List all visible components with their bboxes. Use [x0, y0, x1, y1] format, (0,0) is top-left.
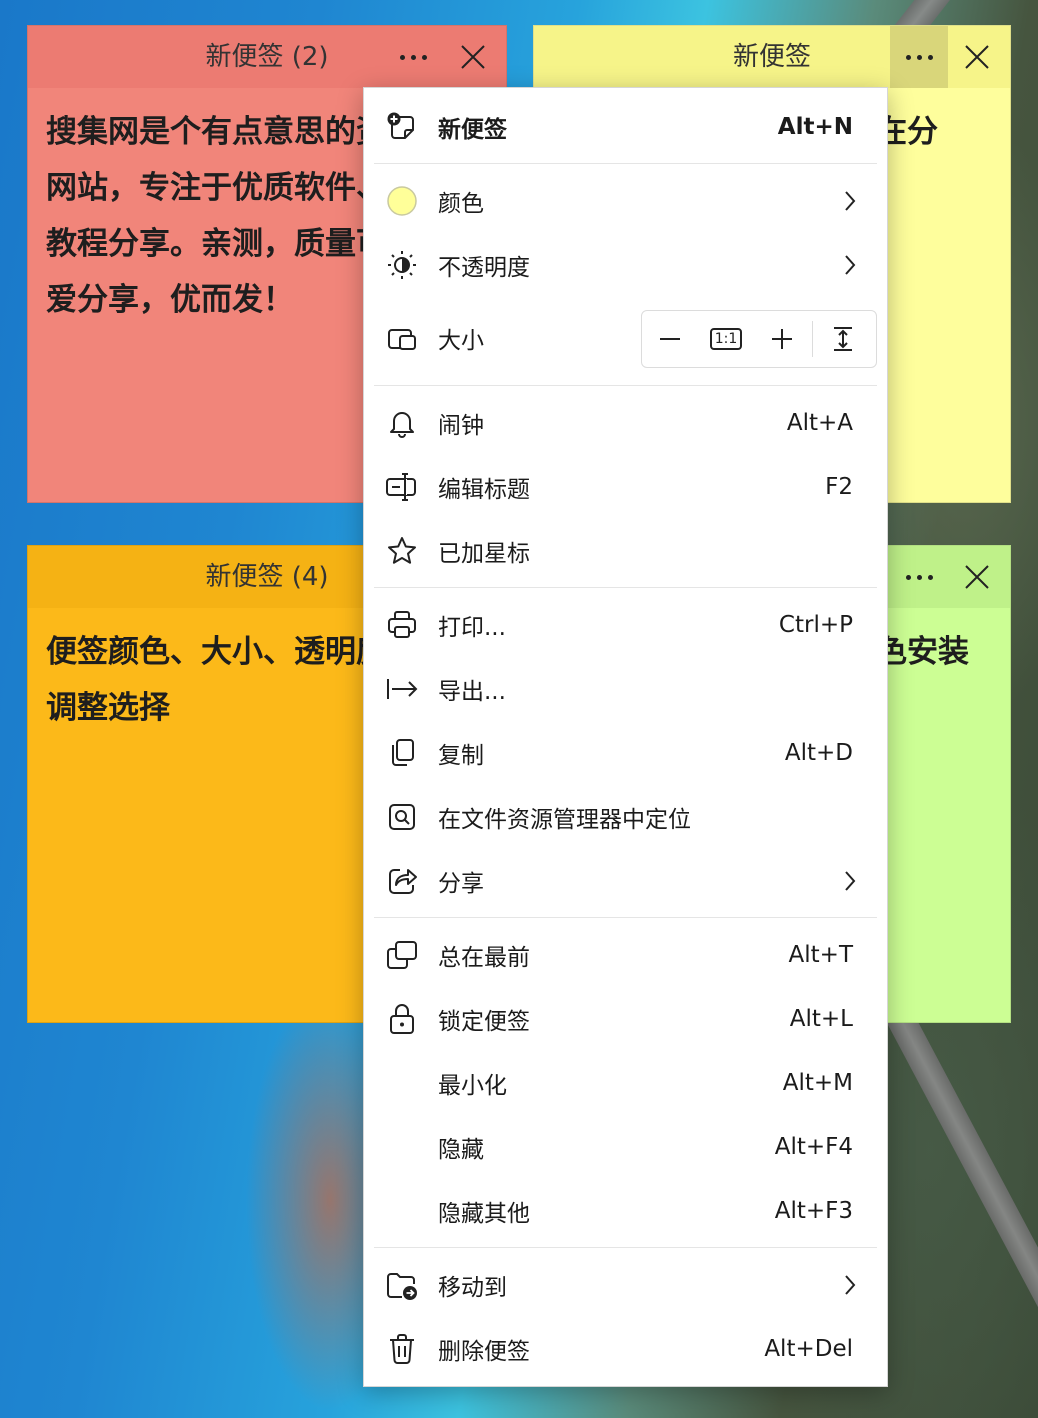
size-controls: 1:1	[641, 310, 877, 368]
close-button[interactable]	[948, 546, 1006, 608]
menu-item-starred[interactable]: 已加星标	[374, 519, 877, 583]
folder-move-icon	[387, 1273, 417, 1300]
chevron-right-icon	[845, 871, 856, 891]
menu-item-label: 闹钟	[438, 413, 484, 439]
brightness-icon	[388, 251, 416, 279]
close-button[interactable]	[444, 26, 502, 88]
more-dots-icon	[905, 54, 933, 60]
menu-item-label: 隐藏	[438, 1137, 484, 1163]
menu-item-label: 锁定便签	[438, 1009, 530, 1035]
chevron-right-icon	[845, 191, 856, 211]
color-swatch-icon	[387, 186, 417, 216]
close-icon	[965, 45, 989, 69]
menu-item-size: 大小	[374, 306, 627, 370]
more-dots-icon	[399, 54, 427, 60]
menu-item-label: 新便签	[438, 117, 507, 143]
menu-item-label: 最小化	[438, 1073, 507, 1099]
bell-icon	[390, 412, 414, 438]
menu-item-shortcut: Ctrl+P	[778, 612, 853, 638]
trash-icon	[390, 1334, 414, 1364]
star-icon	[388, 537, 416, 564]
menu-item-label: 复制	[438, 743, 484, 769]
menu-item-shortcut: F2	[825, 474, 853, 500]
menu-item-label: 编辑标题	[438, 477, 530, 503]
menu-separator	[374, 1247, 877, 1248]
minus-icon	[660, 338, 680, 340]
close-icon	[965, 565, 989, 589]
menu-separator	[374, 587, 877, 588]
chevron-right-icon	[845, 255, 856, 275]
menu-item-locate-in-explorer[interactable]: 在文件资源管理器中定位	[374, 785, 877, 849]
size-decrease-button[interactable]	[642, 311, 698, 367]
menu-item-shortcut: Alt+Del	[764, 1336, 853, 1362]
menu-item-label: 打印...	[438, 615, 506, 641]
locate-file-icon	[389, 804, 415, 830]
menu-item-label: 分享	[438, 871, 484, 897]
menu-item-shortcut: Alt+F4	[774, 1134, 853, 1160]
window-stack-icon	[387, 941, 417, 969]
menu-item-alarm[interactable]: 闹钟 Alt+A	[374, 391, 877, 455]
fit-height-icon	[834, 327, 852, 351]
menu-item-hide[interactable]: 隐藏 Alt+F4	[374, 1115, 877, 1179]
menu-separator	[374, 385, 877, 386]
menu-item-label: 已加星标	[438, 541, 530, 567]
more-options-button[interactable]	[890, 546, 948, 608]
menu-item-copy[interactable]: 复制 Alt+D	[374, 721, 877, 785]
size-divider	[812, 321, 813, 357]
share-icon	[389, 869, 417, 894]
note-title-bar[interactable]: 新便签 (2)	[28, 26, 506, 88]
copy-icon	[392, 739, 414, 766]
menu-item-always-on-top[interactable]: 总在最前 Alt+T	[374, 923, 877, 987]
menu-item-delete-note[interactable]: 删除便签 Alt+Del	[374, 1317, 877, 1381]
menu-item-shortcut: Alt+D	[784, 740, 853, 766]
resize-icon	[388, 329, 416, 350]
menu-item-label: 导出...	[438, 679, 506, 705]
menu-item-shortcut: Alt+N	[777, 114, 853, 140]
menu-item-label: 在文件资源管理器中定位	[438, 807, 691, 833]
menu-item-shortcut: Alt+F3	[774, 1198, 853, 1224]
menu-item-shortcut: Alt+A	[786, 410, 853, 436]
menu-separator	[374, 163, 877, 164]
menu-item-share[interactable]: 分享	[374, 849, 877, 913]
plus-icon	[772, 329, 792, 349]
menu-item-export[interactable]: 导出...	[374, 657, 877, 721]
note-title-bar[interactable]: 新便签	[534, 26, 1010, 88]
menu-item-edit-title[interactable]: 编辑标题 F2	[374, 455, 877, 519]
lock-icon	[390, 1004, 414, 1034]
menu-item-new-note[interactable]: 新便签 Alt+N	[374, 95, 877, 159]
export-icon	[387, 679, 418, 699]
size-fit-height-button[interactable]	[815, 311, 871, 367]
printer-icon	[388, 611, 416, 638]
menu-item-label: 大小	[438, 328, 484, 354]
size-reset-button[interactable]: 1:1	[698, 311, 754, 367]
menu-item-shortcut: Alt+M	[782, 1070, 853, 1096]
menu-item-label: 不透明度	[438, 255, 530, 281]
edit-title-icon	[386, 473, 416, 501]
close-button[interactable]	[948, 26, 1006, 88]
note-context-menu: 新便签 Alt+N 颜色 不透明度 大小 1:1 闹钟 Alt+A 编辑标题 F…	[363, 87, 888, 1387]
menu-item-label: 删除便签	[438, 1339, 530, 1365]
ratio-1-1-icon: 1:1	[709, 328, 743, 350]
size-increase-button[interactable]	[754, 311, 810, 367]
menu-item-color[interactable]: 颜色	[374, 169, 877, 233]
menu-separator	[374, 917, 877, 918]
menu-item-minimize[interactable]: 最小化 Alt+M	[374, 1051, 877, 1115]
menu-item-label: 移动到	[438, 1275, 507, 1301]
menu-item-shortcut: Alt+L	[789, 1006, 853, 1032]
menu-item-opacity[interactable]: 不透明度	[374, 233, 877, 297]
chevron-right-icon	[845, 1275, 856, 1295]
close-icon	[461, 45, 485, 69]
menu-item-lock-note[interactable]: 锁定便签 Alt+L	[374, 987, 877, 1051]
menu-item-print[interactable]: 打印... Ctrl+P	[374, 593, 877, 657]
menu-item-label: 隐藏其他	[438, 1201, 530, 1227]
new-note-icon	[387, 112, 414, 139]
menu-item-label: 总在最前	[438, 945, 530, 971]
menu-item-shortcut: Alt+T	[788, 942, 853, 968]
more-options-button[interactable]	[384, 26, 442, 88]
menu-item-label: 颜色	[438, 191, 484, 217]
menu-item-hide-others[interactable]: 隐藏其他 Alt+F3	[374, 1179, 877, 1243]
more-dots-icon	[905, 574, 933, 580]
menu-item-move-to[interactable]: 移动到	[374, 1253, 877, 1317]
more-options-button[interactable]	[890, 26, 948, 88]
